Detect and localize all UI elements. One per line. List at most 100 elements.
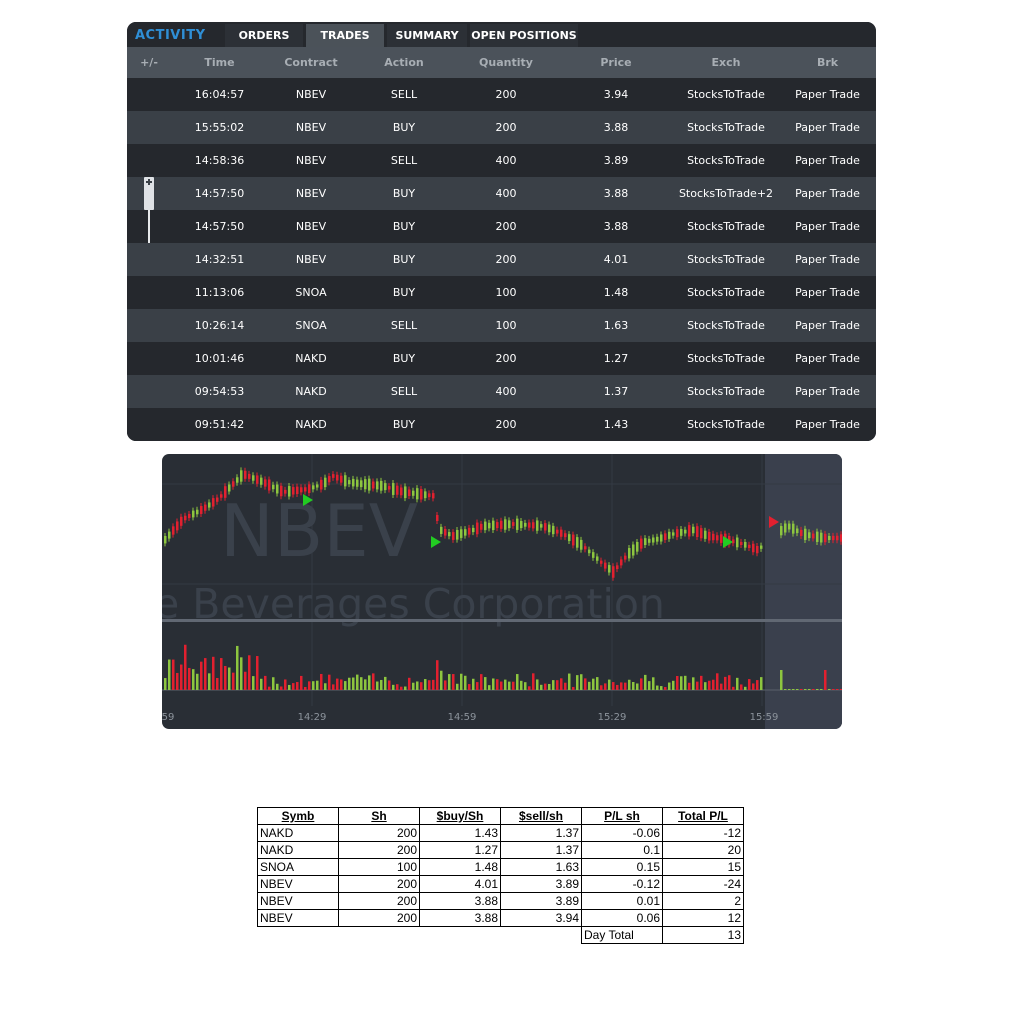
- price-chart[interactable]: NBEV e Beverages Corporation 59 14:29 14:59 1…: [162, 454, 842, 729]
- cell-quantity: 200: [495, 88, 517, 101]
- volume-bar: [592, 678, 595, 690]
- volume-bar: [288, 684, 291, 690]
- candle-body: [184, 515, 187, 521]
- tab-summary[interactable]: SUMMARY: [387, 24, 467, 47]
- candle-body: [300, 487, 303, 493]
- volume-bar: [572, 686, 575, 690]
- volume-bar: [224, 665, 227, 690]
- candle-body: [796, 528, 799, 534]
- volume-bar: [316, 680, 319, 690]
- cell-quantity: 200: [495, 121, 517, 134]
- volume-bar: [312, 681, 315, 690]
- cell-price: 3.94: [603, 88, 629, 101]
- trade-row[interactable]: 09:51:42 NAKD BUY 200 1.43 StocksToTrade Paper…: [127, 408, 876, 441]
- cell-brk: Paper Trade: [795, 319, 860, 332]
- volume-bar: [488, 685, 491, 690]
- candle-body: [436, 515, 439, 521]
- candle-body: [360, 480, 363, 488]
- trade-row[interactable]: 09:54:53 NAKD SELL 400 1.37 StocksToTrade Pape…: [127, 375, 876, 408]
- candle-body: [468, 527, 471, 535]
- pl-cell: 0.06: [581, 909, 663, 927]
- trade-row[interactable]: 16:04:57 NBEV SELL 200 3.94 StocksToTrade Pape…: [127, 78, 876, 111]
- col-time[interactable]: Time: [172, 47, 267, 78]
- trade-row[interactable]: 14:57:50 NBEV BUY 400 3.88 StocksToTrade+2 Pap…: [127, 177, 876, 210]
- volume-bar: [680, 676, 683, 690]
- pl-cell: 0.01: [581, 892, 663, 910]
- volume-bar: [496, 679, 499, 690]
- volume-bar: [328, 674, 331, 690]
- trade-row[interactable]: 10:01:46 NAKD BUY 200 1.27 StocksToTrade Paper…: [127, 342, 876, 375]
- col-quantity[interactable]: Quantity: [453, 47, 559, 78]
- trade-row[interactable]: 15:55:02 NBEV BUY 200 3.88 StocksToTrade Paper…: [127, 111, 876, 144]
- trade-row[interactable]: 11:13:06 SNOA BUY 100 1.48 StocksToTrade Paper…: [127, 276, 876, 309]
- volume-bar: [404, 686, 407, 690]
- tab-trades[interactable]: TRADES: [306, 24, 384, 47]
- trade-row[interactable]: 14:32:51 NBEV BUY 200 4.01 StocksToTrade Paper…: [127, 243, 876, 276]
- cell-time: 11:13:06: [194, 286, 245, 299]
- candle-body: [692, 526, 695, 534]
- pl-cell: NBEV: [257, 909, 339, 927]
- volume-bar: [268, 686, 271, 690]
- candle-body: [464, 529, 467, 536]
- tab-orders[interactable]: ORDERS: [225, 24, 303, 47]
- candle-body: [328, 476, 331, 483]
- trade-row[interactable]: 14:58:36 NBEV SELL 400 3.89 StocksToTrade Pape…: [127, 144, 876, 177]
- cell-contract: SNOA: [295, 286, 327, 299]
- expand-plus-icon[interactable]: [144, 177, 154, 210]
- volume-bar: [208, 673, 211, 690]
- cell-time: 14:58:36: [194, 154, 245, 167]
- volume-bar: [720, 683, 723, 690]
- candle-body: [576, 537, 579, 548]
- cell-exch: StocksToTrade+2: [678, 187, 774, 200]
- cell-exch: StocksToTrade: [687, 385, 765, 398]
- volume-bar: [740, 684, 743, 690]
- volume-bar: [468, 684, 471, 690]
- volume-bar: [596, 677, 599, 690]
- trades-table-header: +/- Time Contract Action Quantity Price …: [127, 47, 876, 78]
- candle-body: [824, 533, 827, 543]
- cell-price: 1.48: [603, 286, 629, 299]
- cell-brk: Paper Trade: [795, 220, 860, 233]
- candle-body: [428, 493, 431, 498]
- col-price[interactable]: Price: [559, 47, 673, 78]
- candle-body: [516, 518, 519, 530]
- col-contract[interactable]: Contract: [267, 47, 355, 78]
- cell-action: SELL: [390, 319, 418, 332]
- col-action[interactable]: Action: [355, 47, 453, 78]
- candle-body: [396, 485, 399, 495]
- candle-body: [400, 487, 403, 496]
- volume-bar: [516, 674, 519, 690]
- col-expand[interactable]: +/-: [127, 47, 171, 78]
- volume-bar: [352, 677, 355, 690]
- candle-body: [496, 522, 499, 529]
- volume-bar: [836, 689, 839, 690]
- tab-bar: ACTIVITY ORDERS TRADES SUMMARY OPEN POSI…: [127, 22, 876, 47]
- volume-bar: [292, 683, 295, 690]
- candle-body: [624, 555, 627, 560]
- trade-row[interactable]: 14:57:50 NBEV BUY 200 3.88 StocksToTrade Paper…: [127, 210, 876, 243]
- row-expand-cell: [127, 177, 171, 210]
- cell-contract: NBEV: [295, 121, 327, 134]
- col-brk[interactable]: Brk: [779, 47, 876, 78]
- cell-exch: StocksToTrade: [687, 352, 765, 365]
- volume-bar: [264, 675, 267, 690]
- cell-contract: NAKD: [295, 352, 327, 365]
- cell-contract: NBEV: [295, 187, 327, 200]
- candle-body: [212, 498, 215, 507]
- tab-open-positions[interactable]: OPEN POSITIONS: [470, 24, 578, 47]
- volume-bar: [320, 673, 323, 690]
- candle-body: [200, 506, 203, 514]
- candle-body: [272, 484, 275, 490]
- volume-bar: [248, 655, 251, 690]
- trade-row[interactable]: 10:26:14 SNOA SELL 100 1.63 StocksToTrade Pape…: [127, 309, 876, 342]
- candle-body: [808, 532, 811, 539]
- candle-body: [376, 481, 379, 490]
- volume-bar: [660, 686, 663, 690]
- pl-cell: -0.12: [581, 875, 663, 893]
- candle-body: [592, 552, 595, 558]
- candle-body: [532, 522, 535, 529]
- col-exch[interactable]: Exch: [673, 47, 779, 78]
- candle-body: [812, 533, 815, 539]
- candle-body: [504, 519, 507, 530]
- candle-body: [216, 497, 219, 502]
